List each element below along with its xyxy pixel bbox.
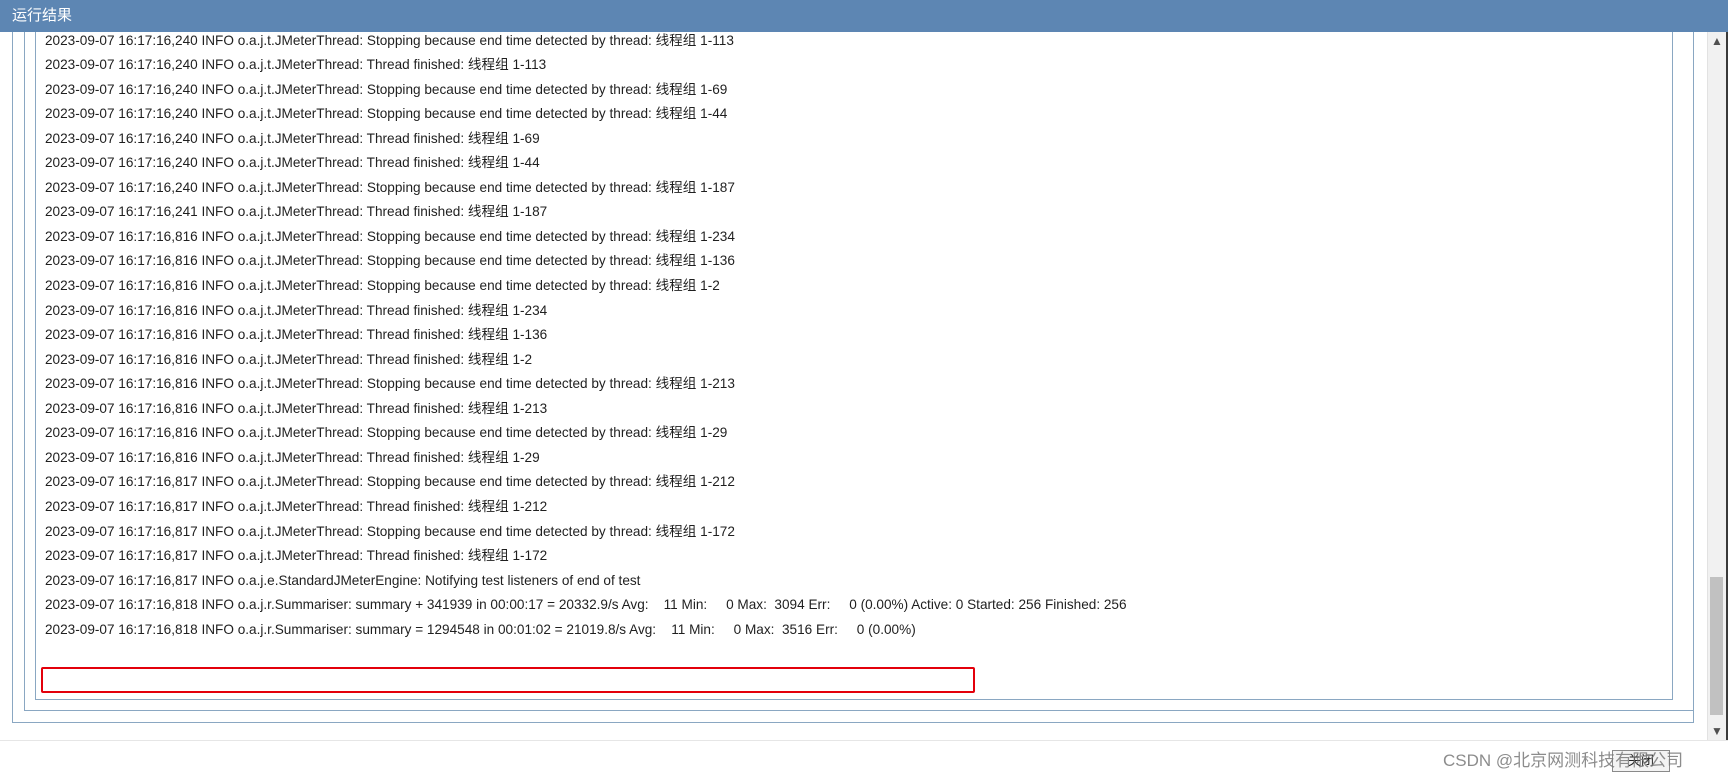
scroll-down-arrow-icon[interactable]: ▼	[1708, 722, 1726, 740]
scrollbar-thumb[interactable]	[1710, 577, 1723, 715]
log-line: 2023-09-07 16:17:16,816 INFO o.a.j.t.JMe…	[45, 449, 540, 465]
log-line: 2023-09-07 16:17:16,816 INFO o.a.j.t.JMe…	[45, 425, 728, 441]
log-line: 2023-09-07 16:17:16,816 INFO o.a.j.t.JMe…	[45, 400, 548, 416]
log-line: 2023-09-07 16:17:16,816 INFO o.a.j.t.JMe…	[45, 278, 720, 293]
log-line: 2023-09-07 16:17:16,816 INFO o.a.j.t.JMe…	[45, 376, 735, 392]
log-line: 2023-09-07 16:17:16,817 INFO o.a.j.t.JMe…	[45, 498, 548, 514]
log-line: 2023-09-07 16:17:16,816 INFO o.a.j.t.JMe…	[45, 228, 735, 244]
window-title: 运行结果	[12, 7, 73, 24]
log-line: 2023-09-07 16:17:16,816 INFO o.a.j.t.JMe…	[45, 351, 533, 367]
log-line: 2023-09-07 16:17:16,817 INFO o.a.j.t.JMe…	[45, 548, 548, 564]
scroll-up-arrow-icon[interactable]: ▲	[1708, 32, 1726, 50]
log-line: 2023-09-07 16:17:16,240 INFO o.a.j.t.JMe…	[45, 81, 728, 97]
log-line: 2023-09-07 16:17:16,240 INFO o.a.j.t.JMe…	[45, 57, 547, 73]
log-line: 2023-09-07 16:17:16,240 INFO o.a.j.t.JMe…	[45, 130, 540, 146]
log-line: 2023-09-07 16:17:16,240 INFO o.a.j.t.JMe…	[45, 106, 728, 122]
log-line: 2023-09-07 16:17:16,816 INFO o.a.j.t.JMe…	[45, 327, 548, 343]
log-line: 2023-09-07 16:17:16,816 INFO o.a.j.t.JMe…	[45, 302, 548, 318]
log-line: 2023-09-07 16:17:16,817 INFO o.a.j.t.JMe…	[45, 523, 735, 539]
summary-highlight-box	[41, 667, 975, 693]
watermark-text: CSDN @北京网测科技有限公司	[1443, 751, 1684, 770]
log-text-area[interactable]: 2023-09-07 16:17:16,240 INFO o.a.j.t.JMe…	[35, 32, 1671, 699]
log-line: 2023-09-07 16:17:16,818 INFO o.a.j.r.Sum…	[45, 597, 1127, 613]
log-line: 2023-09-07 16:17:16,816 INFO o.a.j.t.JMe…	[45, 253, 735, 269]
log-line: 2023-09-07 16:17:16,817 INFO o.a.j.t.JMe…	[45, 474, 735, 490]
log-line: 2023-09-07 16:17:16,240 INFO o.a.j.t.JMe…	[45, 155, 540, 171]
log-line: 2023-09-07 16:17:16,817 INFO o.a.j.e.Sta…	[45, 572, 641, 588]
log-line: 2023-09-07 16:17:16,241 INFO o.a.j.t.JMe…	[45, 204, 548, 220]
vertical-scrollbar[interactable]: ▲ ▼	[1707, 32, 1726, 740]
window-title-bar: 运行结果	[0, 0, 1728, 32]
log-line: 2023-09-07 16:17:16,240 INFO o.a.j.t.JMe…	[45, 179, 735, 195]
log-line: 2023-09-07 16:17:16,818 INFO o.a.j.r.Sum…	[45, 621, 916, 637]
